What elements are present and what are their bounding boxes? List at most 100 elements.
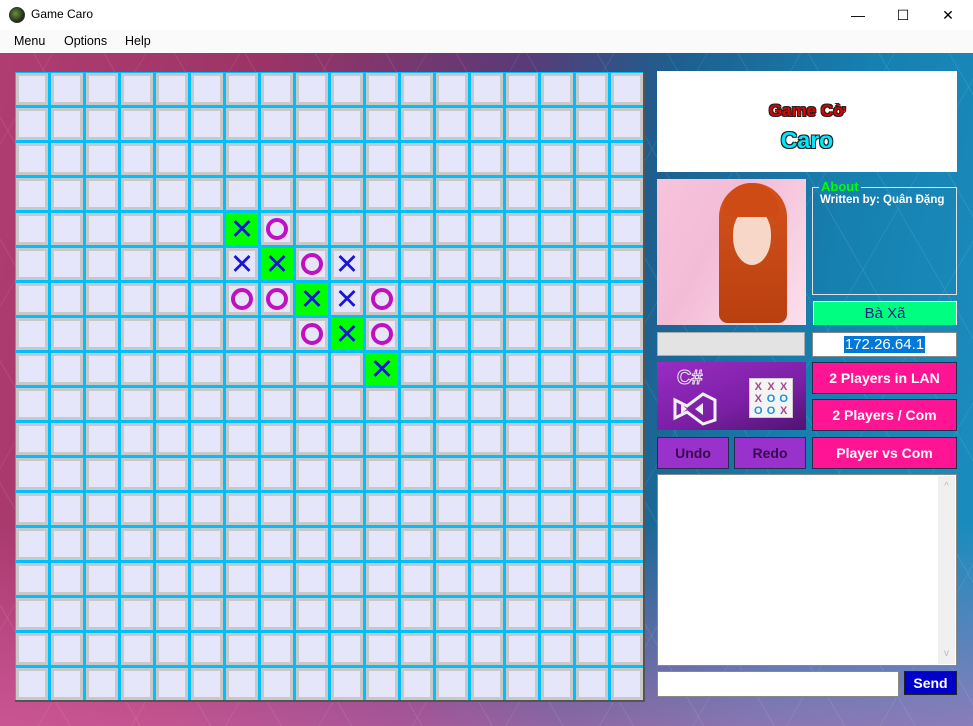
board-cell[interactable]	[576, 73, 608, 105]
board-cell[interactable]	[296, 353, 328, 385]
board-cell[interactable]	[86, 283, 118, 315]
board-cell[interactable]	[261, 283, 293, 315]
board-cell[interactable]	[471, 458, 503, 490]
board-cell[interactable]	[366, 493, 398, 525]
board-cell[interactable]	[51, 143, 83, 175]
board-cell[interactable]	[86, 493, 118, 525]
board-cell[interactable]	[541, 248, 573, 280]
board-cell[interactable]	[191, 143, 223, 175]
board-cell[interactable]	[16, 353, 48, 385]
board-cell[interactable]	[436, 318, 468, 350]
board-cell[interactable]	[611, 423, 643, 455]
board-cell[interactable]	[401, 318, 433, 350]
board-cell[interactable]	[331, 668, 363, 700]
board-cell[interactable]	[541, 73, 573, 105]
board-cell[interactable]	[191, 633, 223, 665]
board-cell[interactable]	[261, 143, 293, 175]
board-cell[interactable]	[401, 143, 433, 175]
board-cell[interactable]	[401, 668, 433, 700]
board-cell[interactable]	[191, 73, 223, 105]
board-cell[interactable]	[471, 318, 503, 350]
board-cell[interactable]	[401, 633, 433, 665]
board-cell[interactable]	[366, 213, 398, 245]
board-cell[interactable]	[331, 423, 363, 455]
board-cell[interactable]	[51, 318, 83, 350]
board-cell[interactable]	[611, 493, 643, 525]
board-cell[interactable]	[401, 528, 433, 560]
board-cell[interactable]	[401, 248, 433, 280]
board-cell[interactable]	[576, 178, 608, 210]
board-cell[interactable]	[121, 633, 153, 665]
board-cell[interactable]	[261, 598, 293, 630]
board-cell[interactable]	[156, 633, 188, 665]
board-cell[interactable]	[191, 283, 223, 315]
board-cell[interactable]	[366, 283, 398, 315]
board-cell[interactable]	[261, 318, 293, 350]
board-cell[interactable]	[471, 353, 503, 385]
board-cell[interactable]	[86, 108, 118, 140]
board-cell[interactable]	[611, 248, 643, 280]
board-cell[interactable]	[436, 353, 468, 385]
board-cell[interactable]	[401, 108, 433, 140]
board-cell[interactable]	[471, 528, 503, 560]
board-cell[interactable]	[226, 283, 258, 315]
board-cell[interactable]	[331, 598, 363, 630]
two-players-lan-button[interactable]: 2 Players in LAN	[812, 362, 957, 394]
board-cell[interactable]	[86, 248, 118, 280]
scroll-down-icon[interactable]: v	[938, 645, 955, 662]
board-cell[interactable]	[366, 563, 398, 595]
board-cell[interactable]	[541, 353, 573, 385]
board-cell[interactable]	[541, 598, 573, 630]
board-cell[interactable]	[471, 143, 503, 175]
board-cell[interactable]	[156, 388, 188, 420]
chat-scrollbar[interactable]: ^ v	[938, 476, 955, 664]
board-cell[interactable]	[51, 633, 83, 665]
board-cell[interactable]: ✕	[226, 248, 258, 280]
board-cell[interactable]	[51, 178, 83, 210]
board-cell[interactable]	[16, 143, 48, 175]
board-cell[interactable]	[436, 248, 468, 280]
menu-menu[interactable]: Menu	[14, 34, 45, 48]
board-cell[interactable]	[611, 528, 643, 560]
board-cell[interactable]	[401, 283, 433, 315]
menu-help[interactable]: Help	[125, 34, 151, 48]
board-cell[interactable]	[86, 213, 118, 245]
board-cell[interactable]	[506, 458, 538, 490]
board-cell[interactable]	[506, 178, 538, 210]
board-cell[interactable]	[506, 633, 538, 665]
board-cell[interactable]	[296, 388, 328, 420]
board-cell[interactable]	[121, 388, 153, 420]
board-cell[interactable]	[191, 213, 223, 245]
board-cell[interactable]	[191, 108, 223, 140]
board-cell[interactable]	[296, 458, 328, 490]
board-cell[interactable]	[86, 598, 118, 630]
board-cell[interactable]	[506, 493, 538, 525]
board-cell[interactable]	[261, 493, 293, 525]
board-cell[interactable]	[366, 668, 398, 700]
board-cell[interactable]	[261, 423, 293, 455]
board-cell[interactable]	[296, 493, 328, 525]
board-cell[interactable]	[16, 633, 48, 665]
board-cell[interactable]	[471, 493, 503, 525]
close-button[interactable]: ✕	[925, 0, 971, 30]
board-cell[interactable]	[436, 563, 468, 595]
board-cell[interactable]	[611, 108, 643, 140]
board-cell[interactable]	[401, 178, 433, 210]
game-board[interactable]: ✕ ✕ ✕ ✕ ✕ ✕ ✕ ✕	[15, 72, 645, 702]
board-cell[interactable]	[506, 73, 538, 105]
board-cell[interactable]	[506, 283, 538, 315]
board-cell[interactable]	[296, 213, 328, 245]
board-cell[interactable]	[191, 388, 223, 420]
board-cell[interactable]	[541, 493, 573, 525]
board-cell[interactable]	[576, 213, 608, 245]
board-cell[interactable]	[541, 143, 573, 175]
board-cell[interactable]	[541, 458, 573, 490]
board-cell[interactable]	[86, 353, 118, 385]
board-cell[interactable]	[541, 528, 573, 560]
board-cell[interactable]	[471, 73, 503, 105]
board-cell[interactable]	[16, 108, 48, 140]
board-cell[interactable]	[156, 563, 188, 595]
board-cell[interactable]	[436, 178, 468, 210]
board-cell[interactable]	[471, 423, 503, 455]
board-cell[interactable]	[226, 598, 258, 630]
